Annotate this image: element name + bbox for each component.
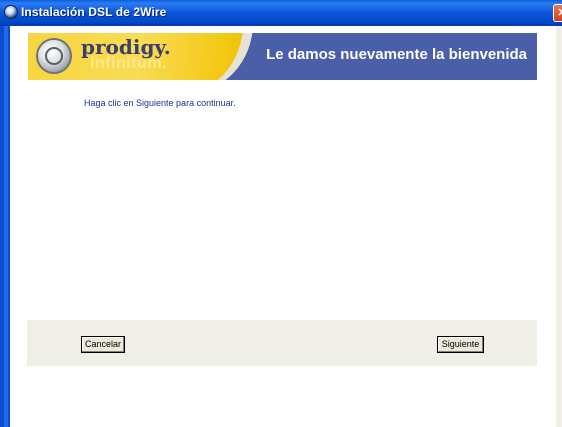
close-icon[interactable]: ✕: [553, 4, 562, 22]
logo-infinitum-dot: .: [162, 55, 167, 72]
globe-mark-icon: [45, 47, 63, 65]
app-icon[interactable]: [4, 5, 18, 19]
window-frame-right: [556, 26, 562, 427]
globe-logo-icon: [36, 38, 72, 74]
logo-infinitum: infinitum.: [90, 55, 167, 73]
window-titlebar[interactable]: Instalación DSL de 2Wire ✕: [0, 0, 562, 26]
cancel-button[interactable]: Cancelar: [81, 336, 125, 353]
window-title: Instalación DSL de 2Wire: [21, 5, 167, 19]
next-button[interactable]: Siguiente: [437, 336, 484, 353]
instruction-text: Haga clic en Siguiente para continuar.: [84, 98, 236, 108]
button-bar: Cancelar Siguiente: [27, 320, 537, 366]
logo-infinitum-text: infinitum: [90, 55, 163, 72]
window-frame-left-inner: [4, 26, 8, 427]
welcome-heading: Le damos nuevamente la bienvenida: [266, 46, 527, 63]
header-banner: prodigy. infinitum. Le damos nuevamente …: [28, 33, 537, 80]
